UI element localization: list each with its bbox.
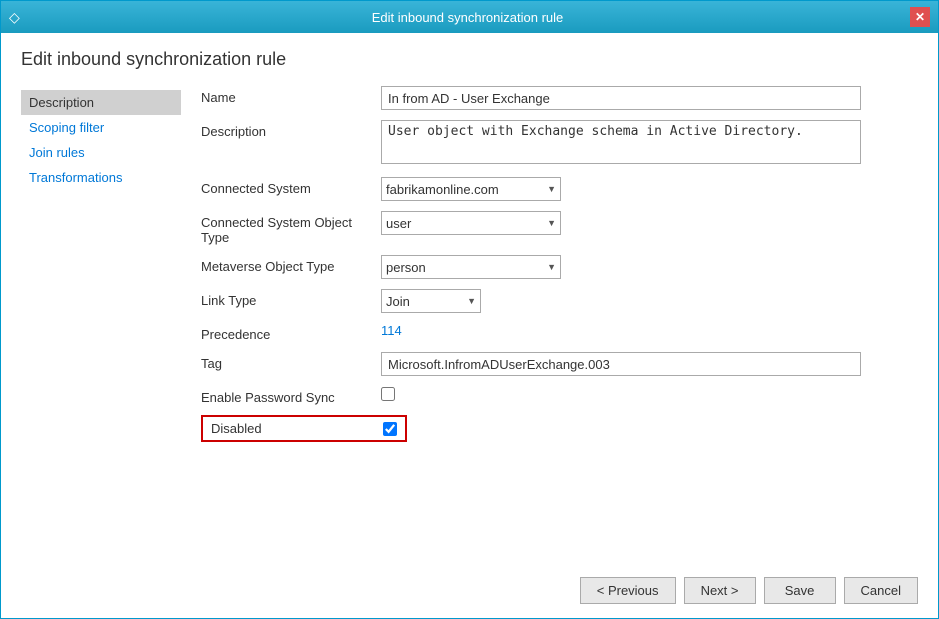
name-label: Name bbox=[201, 86, 381, 105]
connected-system-label: Connected System bbox=[201, 177, 381, 196]
object-type-select[interactable]: user bbox=[381, 211, 561, 235]
sidebar-item-transformations[interactable]: Transformations bbox=[21, 165, 181, 190]
tag-label: Tag bbox=[201, 352, 381, 371]
page-title: Edit inbound synchronization rule bbox=[21, 49, 918, 70]
sidebar-item-scoping-filter[interactable]: Scoping filter bbox=[21, 115, 181, 140]
main-window: ◇ Edit inbound synchronization rule ✕ Ed… bbox=[0, 0, 939, 619]
window-body: Edit inbound synchronization rule Descri… bbox=[1, 33, 938, 562]
link-type-value-container: Join bbox=[381, 289, 918, 313]
description-input[interactable]: User object with Exchange schema in Acti… bbox=[381, 120, 861, 164]
metaverse-type-label: Metaverse Object Type bbox=[201, 255, 381, 274]
tag-input[interactable] bbox=[381, 352, 861, 376]
link-type-select-wrapper: Join bbox=[381, 289, 481, 313]
password-sync-row: Enable Password Sync bbox=[201, 386, 918, 405]
window-icon: ◇ bbox=[9, 9, 25, 25]
password-sync-label: Enable Password Sync bbox=[201, 386, 381, 405]
previous-button[interactable]: < Previous bbox=[580, 577, 676, 604]
name-row: Name bbox=[201, 86, 918, 110]
link-type-select[interactable]: Join bbox=[381, 289, 481, 313]
save-button[interactable]: Save bbox=[764, 577, 836, 604]
form-area: Name Description User object with Exchan… bbox=[181, 86, 918, 562]
metaverse-type-value-container: person bbox=[381, 255, 918, 279]
disabled-row: Disabled bbox=[201, 415, 407, 442]
precedence-value-container: 114 bbox=[381, 323, 918, 338]
metaverse-type-select[interactable]: person bbox=[381, 255, 561, 279]
link-type-row: Link Type Join bbox=[201, 289, 918, 313]
connected-system-row: Connected System fabrikamonline.com bbox=[201, 177, 918, 201]
password-sync-value-container bbox=[381, 387, 918, 404]
name-input[interactable] bbox=[381, 86, 861, 110]
precedence-value: 114 bbox=[381, 319, 402, 338]
object-type-value-container: user bbox=[381, 211, 918, 235]
description-label: Description bbox=[201, 120, 381, 139]
sidebar-item-join-rules[interactable]: Join rules bbox=[21, 140, 181, 165]
object-type-row: Connected System Object Type user bbox=[201, 211, 918, 245]
name-value-container bbox=[381, 86, 918, 110]
sidebar: Description Scoping filter Join rules Tr… bbox=[21, 86, 181, 562]
sidebar-item-description[interactable]: Description bbox=[21, 90, 181, 115]
object-type-select-wrapper: user bbox=[381, 211, 561, 235]
connected-system-value-container: fabrikamonline.com bbox=[381, 177, 918, 201]
metaverse-type-row: Metaverse Object Type person bbox=[201, 255, 918, 279]
footer: < Previous Next > Save Cancel bbox=[1, 562, 938, 618]
metaverse-type-select-wrapper: person bbox=[381, 255, 561, 279]
connected-system-select-wrapper: fabrikamonline.com bbox=[381, 177, 561, 201]
next-button[interactable]: Next > bbox=[684, 577, 756, 604]
window-title: Edit inbound synchronization rule bbox=[25, 10, 910, 25]
cancel-button[interactable]: Cancel bbox=[844, 577, 918, 604]
description-row: Description User object with Exchange sc… bbox=[201, 120, 918, 167]
disabled-label: Disabled bbox=[211, 421, 383, 436]
tag-value-container bbox=[381, 352, 918, 376]
connected-system-select[interactable]: fabrikamonline.com bbox=[381, 177, 561, 201]
link-type-label: Link Type bbox=[201, 289, 381, 308]
precedence-row: Precedence 114 bbox=[201, 323, 918, 342]
close-button[interactable]: ✕ bbox=[910, 7, 930, 27]
content-area: Description Scoping filter Join rules Tr… bbox=[21, 86, 918, 562]
precedence-label: Precedence bbox=[201, 323, 381, 342]
object-type-label: Connected System Object Type bbox=[201, 211, 381, 245]
disabled-checkbox[interactable] bbox=[383, 422, 397, 436]
tag-row: Tag bbox=[201, 352, 918, 376]
password-sync-checkbox[interactable] bbox=[381, 387, 395, 401]
title-bar: ◇ Edit inbound synchronization rule ✕ bbox=[1, 1, 938, 33]
description-value-container: User object with Exchange schema in Acti… bbox=[381, 120, 918, 167]
